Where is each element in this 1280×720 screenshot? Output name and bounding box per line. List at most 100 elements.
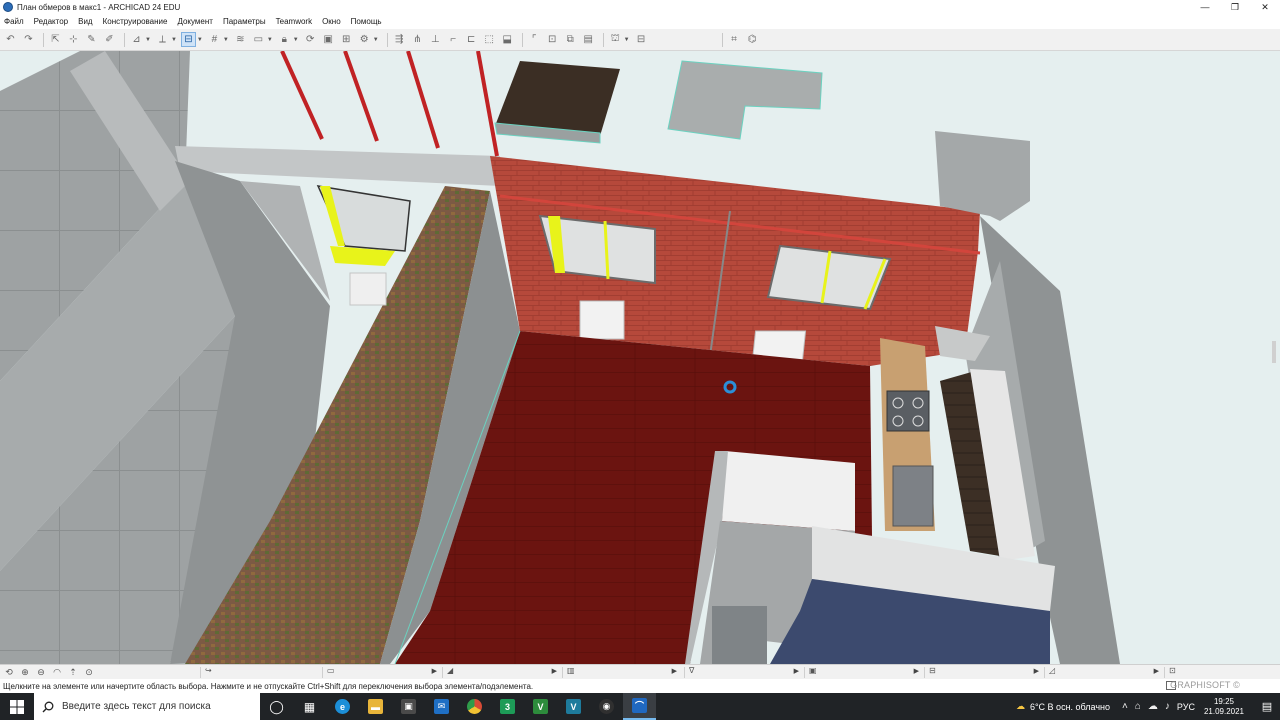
close-button[interactable]: ✕ (1250, 0, 1280, 14)
marquee-icon[interactable]: ⊹ (66, 32, 81, 47)
chevron-down-icon[interactable]: ▼ (171, 37, 177, 43)
chevron-down-icon[interactable]: ▼ (145, 37, 151, 43)
renovation-icon[interactable]: ⛫ (608, 32, 623, 47)
pick-up-icon[interactable]: ⚙︎ (357, 32, 372, 47)
library-icon[interactable]: ⌗ (727, 32, 742, 47)
chevron-down-icon[interactable]: ▼ (197, 37, 203, 43)
menu-options[interactable]: Параметры (223, 17, 266, 26)
drag-icon[interactable]: ⌜ (527, 32, 542, 47)
clock[interactable]: 19:25 21.09.2021 (1204, 697, 1244, 717)
layer-combination-select[interactable]: ▭ ▶ (322, 666, 440, 678)
zoom-out-icon[interactable]: ⊖ (34, 666, 48, 679)
elevate-icon[interactable]: ⬓ (500, 32, 515, 47)
adjust-icon[interactable]: ⬚ (482, 32, 497, 47)
menu-window[interactable]: Окно (322, 17, 341, 26)
split-icon[interactable]: ⊏ (464, 32, 479, 47)
store-icon: ▣ (401, 699, 416, 714)
grid-snap-icon[interactable]: # (207, 32, 222, 47)
taskbar-app-mail[interactable]: ✉ (425, 693, 458, 720)
start-button[interactable] (0, 693, 34, 720)
fit-icon[interactable]: ⊙ (82, 666, 96, 679)
view-3d-icon[interactable]: ▣ (321, 32, 336, 47)
orbit-icon[interactable]: ◠ (50, 666, 64, 679)
menu-file[interactable]: Файл (4, 17, 24, 26)
renovation-filter-select[interactable]: ◿ ▶ (1044, 666, 1162, 678)
minimize-button[interactable]: — (1190, 0, 1220, 14)
pen-icon: ∇ (689, 666, 695, 675)
taskbar-app-obs[interactable]: ◉ (590, 693, 623, 720)
chevron-down-icon[interactable]: ▼ (267, 37, 273, 43)
3d-viewport[interactable] (0, 51, 1280, 664)
weather-widget[interactable]: ☁ 6°C В осн. облачно (1016, 701, 1110, 712)
taskbar-app-revit[interactable]: V (524, 693, 557, 720)
menu-design[interactable]: Конструирование (103, 17, 168, 26)
library-manager-icon[interactable]: ⌬ (745, 32, 760, 47)
weather-text: 6°C В осн. облачно (1029, 701, 1111, 712)
offset-icon[interactable]: ⊥ (428, 32, 443, 47)
taskbar-search[interactable]: Введите здесь текст для поиска (34, 693, 260, 720)
filter-icon[interactable]: ⊞ (339, 32, 354, 47)
angle-guide-icon[interactable]: ⊿ (129, 32, 144, 47)
align-icon[interactable]: ⇶ (392, 32, 407, 47)
mirror-icon[interactable]: ⧉ (563, 32, 578, 47)
taskbar-app-task-view[interactable]: ◯ (260, 693, 293, 720)
solid-ops-icon[interactable]: ▤ (581, 32, 596, 47)
chevron-up-icon[interactable]: ˄ (1122, 701, 1128, 712)
renovation-icon: ◿ (1049, 666, 1056, 675)
onedrive-icon[interactable]: ☁ (1148, 701, 1158, 712)
taskbar-app-store[interactable]: ▣ (392, 693, 425, 720)
suspend-groups-icon[interactable]: ⊟ (180, 32, 196, 47)
syringe-icon[interactable]: ✐ (102, 32, 117, 47)
chevron-down-icon[interactable]: ▼ (373, 37, 379, 43)
snap-icon[interactable]: ⟂ (155, 32, 170, 47)
menu-edit[interactable]: Редактор (34, 17, 68, 26)
notifications-icon[interactable]: ▤ (1254, 700, 1280, 713)
maximize-button[interactable]: ❐ (1220, 0, 1250, 14)
vertical-scrollbar[interactable] (1272, 341, 1276, 363)
cooktop (886, 390, 930, 432)
menu-teamwork[interactable]: Teamwork (276, 17, 312, 26)
structure-display-select[interactable]: ▥ ▶ (562, 666, 680, 678)
arrow-select-icon[interactable]: ⇱ (48, 32, 63, 47)
taskbar-app-edge[interactable]: e (326, 693, 359, 720)
layers-icon[interactable]: ▭ (251, 32, 266, 47)
3d-model-view[interactable] (0, 51, 1280, 664)
eyedropper-icon[interactable]: ✎ (84, 32, 99, 47)
model-view-select[interactable]: ▣ ▶ (804, 666, 922, 678)
lock-icon[interactable]: 🔒︎ (277, 32, 292, 47)
taskbar-app-explorer[interactable]: ▬ (359, 693, 392, 720)
fillet-icon[interactable]: ⌐ (446, 32, 461, 47)
markup-icon[interactable]: ⊟ (634, 32, 649, 47)
rotate-icon[interactable]: ⊡ (545, 32, 560, 47)
taskbar-app-archicad[interactable]: ⌒ (623, 693, 656, 720)
chevron-right-icon: ▶ (671, 668, 677, 675)
language-indicator[interactable]: РУС (1177, 702, 1195, 712)
undo-zoom-field[interactable]: ↪ (200, 666, 320, 678)
volume-icon[interactable]: ♪ (1165, 701, 1170, 712)
taskbar-app-sketchup[interactable]: 3 (491, 693, 524, 720)
pen-set-select[interactable]: ∇ ▶ (684, 666, 802, 678)
windows-taskbar: Введите здесь текст для поиска ◯ ▦ e ▬ ▣… (0, 693, 1280, 720)
taskbar-app-chrome[interactable] (458, 693, 491, 720)
teamwork-reserve-icon[interactable]: ⟳ (303, 32, 318, 47)
rotate-view-icon[interactable]: ⟲ (2, 666, 16, 679)
dimension-select[interactable]: ⊡ (1164, 666, 1280, 678)
taskbar-app-widgets[interactable]: ▦ (293, 693, 326, 720)
menu-view[interactable]: Вид (78, 17, 92, 26)
undo-icon[interactable]: ↶ (3, 32, 18, 47)
zoom-in-icon[interactable]: ⊕ (18, 666, 32, 679)
menu-document[interactable]: Документ (177, 17, 213, 26)
chevron-down-icon[interactable]: ▼ (293, 37, 299, 43)
scale-select[interactable]: ◢ ▶ (442, 666, 560, 678)
graphic-override-select[interactable]: ⊟ ▶ (924, 666, 1042, 678)
taskbar-app-archicad-green[interactable]: V (557, 693, 590, 720)
walk-icon[interactable]: ⇡ (66, 666, 80, 679)
network-icon[interactable]: ⌂ (1135, 701, 1141, 712)
distribute-icon[interactable]: ⋔ (410, 32, 425, 47)
chevron-down-icon[interactable]: ▼ (624, 37, 630, 43)
trace-icon[interactable]: ≋ (233, 32, 248, 47)
edge-icon: e (335, 699, 350, 714)
chevron-down-icon[interactable]: ▼ (223, 37, 229, 43)
menu-help[interactable]: Помощь (351, 17, 382, 26)
redo-icon[interactable]: ↷ (21, 32, 36, 47)
